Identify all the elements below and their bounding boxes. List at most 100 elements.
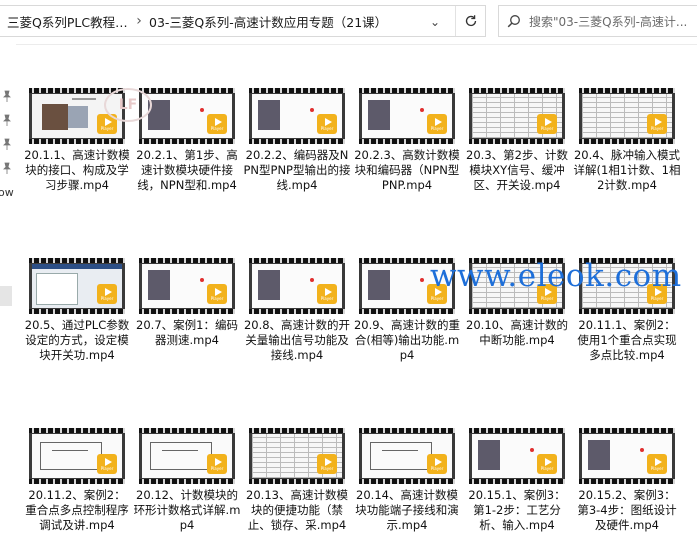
player-badge-label: Player (210, 295, 224, 301)
file-name: 20.11.2、案例2：重合点多点控制程序调试及讲.mp4 (25, 488, 129, 532)
video-file-item[interactable]: Player 20.15.2、案例3：第3-4步：图纸设计及硬件.mp4 (573, 428, 681, 533)
video-file-item[interactable]: Player 20.13、高速计数模块的便捷功能（禁止、锁存、采.mp4 (243, 428, 351, 533)
video-thumbnail[interactable]: Player (29, 258, 125, 314)
video-file-item[interactable]: Player 20.11.2、案例2：重合点多点控制程序调试及讲.mp4 (23, 428, 131, 533)
file-name: 20.7、案例1：编码器测速.mp4 (136, 318, 238, 347)
video-thumbnail[interactable]: Player (359, 88, 455, 144)
file-name: 20.5、通过PLC参数设定的方式，设定模块开关功.mp4 (24, 318, 130, 362)
film-strip-edge (139, 88, 235, 93)
search-placeholder: 搜索"03-三菱Q系列-高速计... (529, 14, 688, 29)
film-strip-edge (359, 428, 455, 433)
breadcrumb-current[interactable]: 03-三菱Q系列-高速计数应用专题（21课） (149, 12, 417, 31)
film-strip-edge (139, 139, 235, 144)
player-badge-label: Player (320, 125, 334, 131)
film-strip-edge (29, 258, 125, 263)
file-name: 20.13、高速计数模块的便捷功能（禁止、锁存、采.mp4 (246, 488, 348, 532)
play-icon: Player (317, 114, 337, 134)
file-name: 20.15.2、案例3：第3-4步：图纸设计及硬件.mp4 (577, 488, 677, 532)
video-file-item[interactable]: Player 20.3、第2步、计数模块XY信号、缓冲区、开关设.mp4 (463, 88, 571, 193)
player-badge-label: Player (650, 465, 664, 471)
video-file-item[interactable]: Player 20.15.1、案例3：第1-2步：工艺分析、输入.mp4 (463, 428, 571, 533)
file-name: 20.15.1、案例3：第1-2步：工艺分析、输入.mp4 (468, 488, 566, 532)
file-name: 20.2.3、高数计数模块和编码器（NPN型PNP.mp4 (354, 148, 460, 192)
video-thumbnail[interactable]: Player (29, 428, 125, 484)
player-badge-label: Player (210, 465, 224, 471)
file-name: 20.9、高速计数的重合(相等)输出功能.mp4 (353, 318, 461, 362)
player-badge-label: Player (430, 295, 444, 301)
film-strip-edge (579, 428, 675, 433)
video-file-item[interactable]: Player 20.2.2、编码器及NPN型PNP型输出的接线.mp4 (243, 88, 351, 193)
player-badge-label: Player (650, 295, 664, 301)
film-strip-edge (579, 479, 675, 484)
video-file-item[interactable]: Player 20.2.3、高数计数模块和编码器（NPN型PNP.mp4 (353, 88, 461, 193)
search-icon (499, 6, 529, 36)
player-badge-label: Player (320, 465, 334, 471)
address-bar[interactable]: 三菱Q系列PLC教程 ... › 03-三菱Q系列-高速计数应用专题（21课） … (0, 5, 486, 37)
nav-item-label[interactable]: ow (0, 186, 14, 199)
video-file-item[interactable]: Player 20.8、高速计数的开关量输出信号功能及接线.mp4 (243, 258, 351, 363)
refresh-icon (465, 15, 477, 27)
video-file-item[interactable]: Player 20.14、高速计数模块功能端子接线和演示.mp4 (353, 428, 461, 533)
video-thumbnail[interactable]: Player (249, 258, 345, 314)
play-icon: Player (207, 114, 227, 134)
file-name: 20.2.1、第1步、高速计数模块硬件接线，NPN型和.mp4 (136, 148, 238, 192)
nav-item-selected[interactable] (0, 286, 12, 306)
file-name: 20.10、高速计数的中断功能.mp4 (466, 318, 568, 347)
video-thumbnail[interactable]: Player (249, 88, 345, 144)
film-strip-edge (469, 88, 565, 93)
pin-icon[interactable] (1, 162, 13, 174)
video-thumbnail[interactable]: Player (579, 88, 675, 144)
film-strip-edge (249, 479, 345, 484)
film-strip-edge (249, 428, 345, 433)
play-icon: Player (427, 454, 447, 474)
chevron-down-icon[interactable]: ⌄ (424, 12, 446, 32)
address-toolbar: 三菱Q系列PLC教程 ... › 03-三菱Q系列-高速计数应用专题（21课） … (0, 0, 697, 45)
film-strip-edge (469, 139, 565, 144)
file-name: 20.11.1、案例2：使用1个重合点实现多点比较.mp4 (577, 318, 677, 362)
film-strip-edge (29, 139, 125, 144)
file-name: 20.12、计数模块的环形计数格式详解.mp4 (133, 488, 241, 532)
video-file-item[interactable]: Player 20.7、案例1：编码器测速.mp4 (133, 258, 241, 348)
play-icon: Player (317, 284, 337, 304)
pin-icon[interactable] (1, 138, 13, 150)
video-thumbnail[interactable]: Player (139, 428, 235, 484)
film-strip-edge (359, 139, 455, 144)
video-file-item[interactable]: Player 20.4、脉冲输入模式详解(1相1计数、1相2计数.mp4 (573, 88, 681, 193)
refresh-button[interactable] (455, 6, 486, 36)
video-thumbnail[interactable]: Player (139, 88, 235, 144)
film-strip-edge (249, 88, 345, 93)
play-icon: Player (207, 454, 227, 474)
pin-icon[interactable] (1, 114, 13, 126)
play-icon: Player (647, 114, 667, 134)
player-badge-label: Player (650, 125, 664, 131)
film-strip-edge (249, 258, 345, 263)
video-file-item[interactable]: Player 20.5、通过PLC参数设定的方式，设定模块开关功.mp4 (23, 258, 131, 363)
film-strip-edge (29, 479, 125, 484)
player-badge-label: Player (100, 125, 114, 131)
player-badge-label: Player (540, 295, 554, 301)
video-thumbnail[interactable]: Player (139, 258, 235, 314)
video-thumbnail[interactable]: Player (579, 428, 675, 484)
video-thumbnail[interactable]: Player (249, 428, 345, 484)
film-strip-edge (359, 309, 455, 314)
film-strip-edge (139, 479, 235, 484)
navigation-pane: ow (0, 44, 16, 550)
player-badge-label: Player (430, 465, 444, 471)
video-file-item[interactable]: Player 20.12、计数模块的环形计数格式详解.mp4 (133, 428, 241, 533)
pin-icon[interactable] (1, 90, 13, 102)
play-icon: Player (207, 284, 227, 304)
video-thumbnail[interactable]: Player (359, 428, 455, 484)
film-strip-edge (359, 479, 455, 484)
search-input[interactable]: 搜索"03-三菱Q系列-高速计... (498, 5, 697, 37)
play-icon: Player (537, 114, 557, 134)
video-thumbnail[interactable]: Player (469, 428, 565, 484)
film-strip-edge (29, 428, 125, 433)
film-strip-edge (579, 309, 675, 314)
film-strip-edge (359, 88, 455, 93)
video-thumbnail[interactable]: Player (469, 88, 565, 144)
film-strip-edge (139, 309, 235, 314)
breadcrumb-root[interactable]: 三菱Q系列PLC教程 ... (0, 12, 129, 31)
watermark-logo: LF (104, 88, 152, 122)
film-strip-edge (469, 309, 565, 314)
player-badge-label: Player (210, 125, 224, 131)
